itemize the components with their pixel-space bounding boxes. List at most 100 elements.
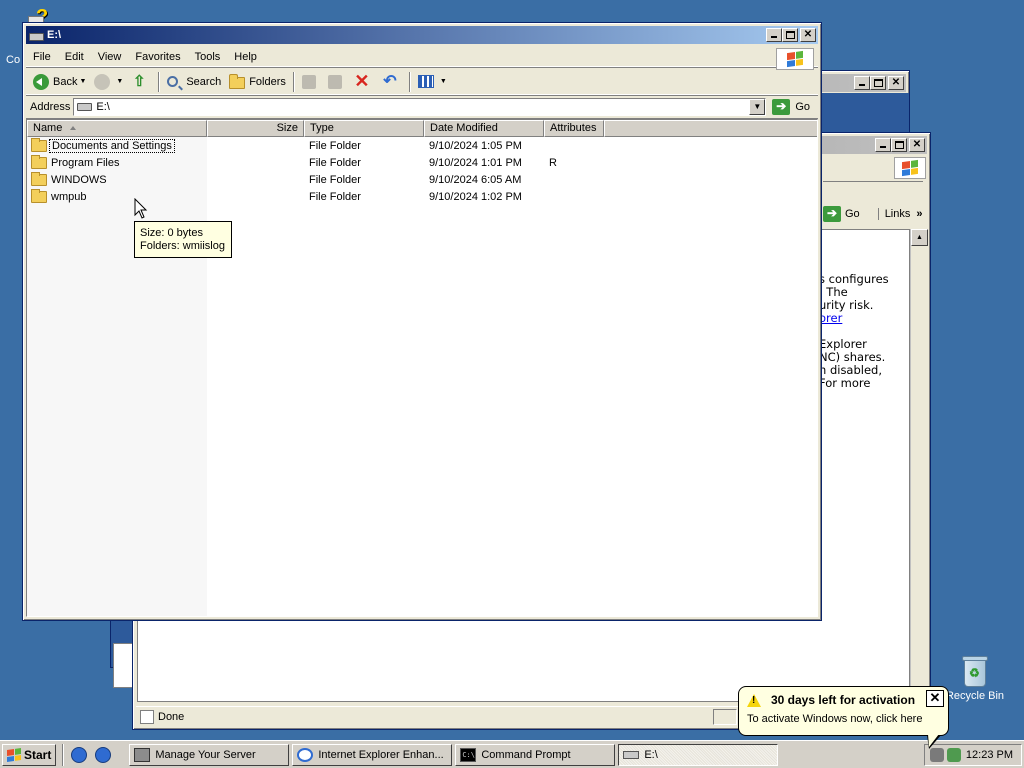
task-manage-your-server[interactable]: Manage Your Server (129, 743, 290, 766)
forward-button[interactable]: ▼ (90, 71, 127, 93)
chevron-right-icon[interactable]: » (916, 208, 922, 220)
activation-balloon[interactable]: 30 days left for activation To activate … (738, 686, 949, 749)
recycle-bin-label: Recycle Bin (945, 690, 1005, 702)
undo-button[interactable]: ↶ (378, 71, 406, 93)
task-label: Command Prompt (481, 748, 571, 761)
task-internet-explorer[interactable]: Internet Explorer Enhan... (292, 743, 453, 766)
address-input[interactable]: E:\ ▼ (73, 97, 767, 116)
column-header-row: Name Size Type Date Modified Attributes (27, 120, 817, 137)
maximize-button[interactable] (891, 138, 907, 152)
task-explorer-e-drive[interactable]: E:\ (618, 743, 779, 766)
balloon-close-button[interactable]: ✕ (926, 690, 944, 707)
tooltip-folders: Folders: wmiislog (140, 240, 225, 252)
start-label: Start (24, 747, 52, 762)
side-panel (113, 643, 133, 688)
forward-arrow-icon (94, 73, 111, 90)
undo-icon: ↶ (383, 72, 397, 90)
maximize-button[interactable] (870, 76, 886, 90)
menu-edit[interactable]: Edit (58, 51, 91, 63)
task-command-prompt[interactable]: C:\ Command Prompt (455, 743, 616, 766)
balloon-message[interactable]: To activate Windows now, click here (747, 713, 940, 725)
address-field[interactable] (823, 181, 923, 199)
column-header-size[interactable]: Size (207, 120, 304, 137)
table-row[interactable]: Program Files File Folder 9/10/2024 1:01… (27, 154, 817, 171)
table-row[interactable]: WINDOWS File Folder 9/10/2024 6:05 AM (27, 171, 817, 188)
clock[interactable]: 12:23 PM (966, 749, 1013, 761)
chevron-down-icon[interactable]: ▼ (440, 78, 447, 85)
show-desktop-icon[interactable] (71, 746, 88, 763)
file-type: File Folder (309, 173, 361, 186)
column-header-attributes[interactable]: Attributes (544, 120, 604, 137)
close-button[interactable]: ✕ (888, 76, 904, 90)
file-name: Program Files (51, 156, 120, 169)
address-value: E:\ (96, 100, 110, 113)
text-line: s configures (819, 272, 889, 286)
close-button[interactable]: ✕ (800, 28, 816, 42)
recycle-bin-icon[interactable]: ♻ Recycle Bin (940, 656, 1010, 702)
explorer-window[interactable]: E:\ ✕ File Edit View Favorites Tools Hel… (22, 22, 822, 621)
text-line: Explorer (819, 337, 867, 351)
folder-icon (31, 188, 47, 203)
chevron-down-icon[interactable]: ▼ (116, 78, 123, 85)
vertical-scrollbar[interactable]: ▲ (910, 229, 928, 702)
sort-ascending-icon (70, 126, 77, 131)
address-dropdown-button[interactable]: ▼ (749, 98, 766, 115)
standard-toolbar: Back ▼ ▼ ⇧ Search Folders ✕ ↶ ▼ (26, 69, 818, 95)
status-text: Done (158, 710, 185, 723)
go-label: Go (795, 100, 810, 113)
menu-favorites[interactable]: Favorites (128, 51, 187, 63)
file-date: 9/10/2024 1:05 PM (429, 139, 522, 152)
task-label: Manage Your Server (155, 748, 256, 761)
folders-button[interactable]: Folders (225, 71, 290, 93)
column-header-filler (604, 120, 817, 137)
activation-keys-icon[interactable] (930, 748, 944, 762)
browser-address-tools: ➔ Go Links » (823, 206, 923, 222)
internet-explorer-icon[interactable] (95, 746, 112, 763)
maximize-button[interactable] (782, 28, 798, 42)
column-header-date-modified[interactable]: Date Modified (424, 120, 544, 137)
menu-view[interactable]: View (91, 51, 129, 63)
start-button[interactable]: Start (2, 743, 57, 766)
file-name: wmpub (51, 190, 87, 203)
up-button[interactable]: ⇧ (127, 71, 155, 93)
text-line: . The (819, 285, 848, 299)
close-button[interactable]: ✕ (909, 138, 925, 152)
sorted-column-highlight (27, 137, 207, 616)
task-label: Internet Explorer Enhan... (318, 748, 444, 761)
minimize-button[interactable] (766, 28, 782, 42)
menu-tools[interactable]: Tools (188, 51, 228, 63)
chevron-down-icon[interactable]: ▼ (79, 78, 86, 85)
minimize-button[interactable] (854, 76, 870, 90)
folders-icon (229, 73, 246, 89)
file-type: File Folder (309, 156, 361, 169)
search-icon (167, 76, 179, 87)
file-list[interactable]: Name Size Type Date Modified Attributes … (26, 119, 818, 617)
views-button[interactable]: ▼ (414, 71, 451, 93)
column-header-type[interactable]: Type (304, 120, 424, 137)
move-to-button[interactable] (298, 71, 324, 93)
text-line: NC) shares. (819, 350, 886, 364)
file-date: 9/10/2024 1:01 PM (429, 156, 522, 169)
delete-button[interactable]: ✕ (350, 71, 378, 93)
table-row[interactable]: Documents and Settings File Folder 9/10/… (27, 137, 817, 154)
menu-help[interactable]: Help (227, 51, 264, 63)
go-button[interactable]: ➔ Go (772, 98, 810, 115)
links-button[interactable]: Links (877, 208, 910, 220)
back-arrow-icon (33, 73, 49, 90)
minimize-button[interactable] (875, 138, 891, 152)
go-arrow-icon[interactable]: ➔ (823, 206, 841, 222)
explorer-titlebar[interactable]: E:\ ✕ (26, 26, 818, 44)
back-button[interactable]: Back ▼ (29, 71, 90, 93)
file-type: File Folder (309, 190, 361, 203)
go-button[interactable]: Go (845, 208, 860, 220)
text-link[interactable]: orer (819, 311, 842, 325)
search-button[interactable]: Search (163, 71, 225, 93)
copy-to-button[interactable] (324, 71, 350, 93)
network-icon[interactable] (947, 748, 961, 762)
toolbar-separator (158, 71, 161, 92)
menu-file[interactable]: File (26, 51, 58, 63)
command-prompt-icon: C:\ (460, 747, 477, 762)
task-label: E:\ (644, 748, 658, 761)
scroll-up-button[interactable]: ▲ (911, 229, 928, 246)
column-header-name[interactable]: Name (27, 120, 207, 137)
